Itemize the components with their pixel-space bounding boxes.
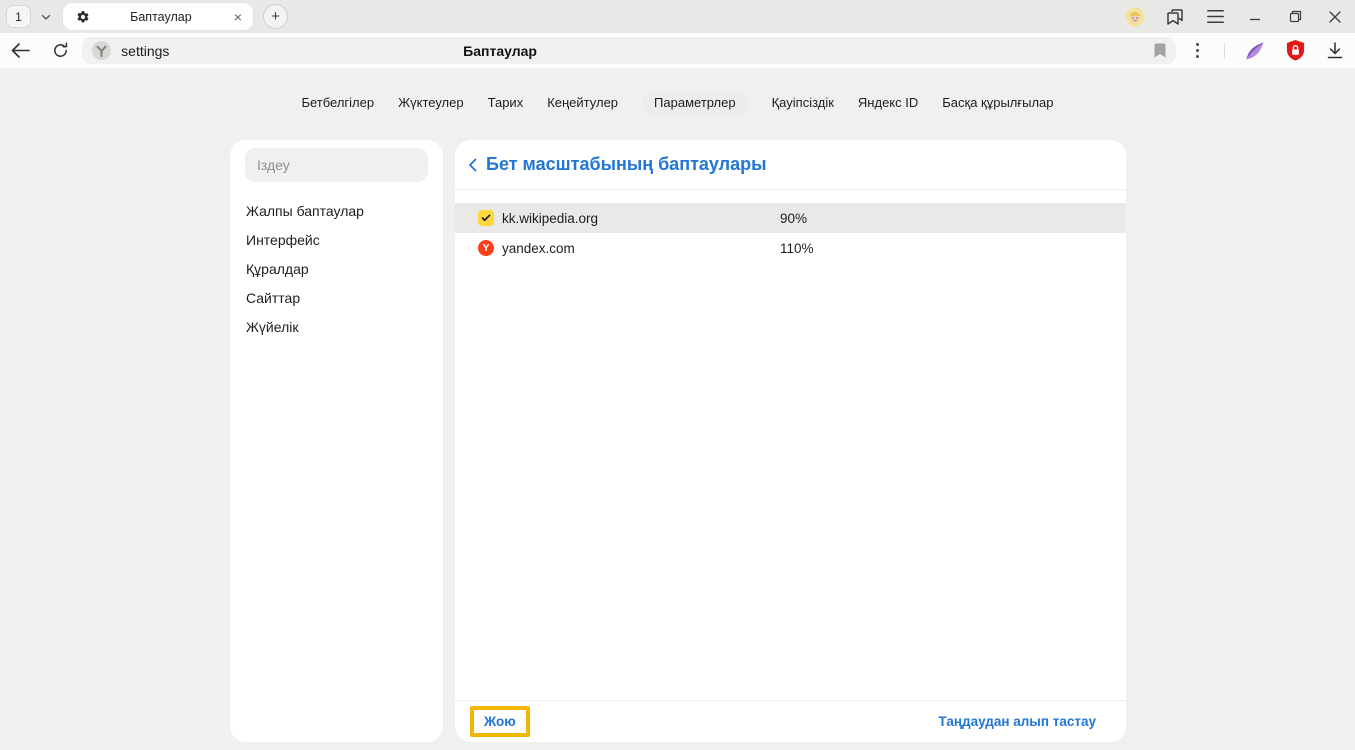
page-zoom-panel: Бет масштабының баптаулары kk.wikipedia.… <box>455 140 1126 742</box>
panel-spacer <box>455 263 1126 700</box>
zoom-value: 90% <box>780 211 807 226</box>
tab-counter-badge[interactable]: 1 <box>6 5 31 28</box>
bookmark-icon <box>1154 43 1166 58</box>
close-icon <box>1329 11 1341 23</box>
toolbar: settings Баптаулар <box>0 33 1355 68</box>
settings-nav: Бетбелгілер Жүктеулер Тарих Кеңейтулер П… <box>0 90 1355 115</box>
tabs-panel-button[interactable] <box>1155 0 1195 33</box>
nav-tab-yandex-id[interactable]: Яндекс ID <box>858 90 918 115</box>
settings-page: Бетбелгілер Жүктеулер Тарих Кеңейтулер П… <box>0 68 1355 750</box>
yandex-favicon-icon: Y <box>478 240 494 256</box>
shield-lock-icon <box>1285 39 1306 62</box>
checkmark-icon <box>481 214 491 222</box>
site-name: kk.wikipedia.org <box>502 211 780 226</box>
sidebar-list: Жалпы баптаулар Интерфейс Құралдар Сайтт… <box>230 196 443 341</box>
browser-tab[interactable]: Баптаулар × <box>63 3 253 30</box>
restore-button[interactable] <box>1275 0 1315 33</box>
reload-icon <box>52 42 69 59</box>
nav-tab-extensions[interactable]: Кеңейтулер <box>547 90 618 115</box>
nav-tab-security[interactable]: Қауіпсіздік <box>772 90 834 115</box>
settings-gear-icon <box>76 10 90 24</box>
nav-tab-history[interactable]: Тарих <box>488 90 524 115</box>
page-title: Бет масштабының баптаулары <box>486 154 766 175</box>
table-row[interactable]: Y yandex.com 110% <box>455 233 1126 263</box>
sidebar-item-system[interactable]: Жүйелік <box>230 312 443 341</box>
nav-tab-settings[interactable]: Параметрлер <box>642 90 748 115</box>
sidebar-item-sites[interactable]: Сайттар <box>230 283 443 312</box>
minimize-button[interactable] <box>1235 0 1275 33</box>
sidebar-item-general[interactable]: Жалпы баптаулар <box>230 196 443 225</box>
back-chevron-icon <box>468 158 477 172</box>
nav-tab-other-devices[interactable]: Басқа құрылғылар <box>942 90 1053 115</box>
avatar-icon <box>1125 7 1145 27</box>
protect-button[interactable] <box>1275 33 1315 68</box>
zoom-sites-table: kk.wikipedia.org 90% Y yandex.com 110% <box>455 203 1126 263</box>
kebab-icon <box>1195 43 1199 58</box>
tab-title: Баптаулар <box>90 10 232 24</box>
sidebar-item-tools[interactable]: Құралдар <box>230 254 443 283</box>
tabs-dropdown-button[interactable] <box>38 9 54 25</box>
bookmark-button[interactable] <box>1154 43 1166 58</box>
browser-window: 1 Баптаулар × + <box>0 0 1355 750</box>
back-button[interactable] <box>0 33 42 68</box>
download-icon <box>1327 42 1343 59</box>
hamburger-icon <box>1207 10 1224 23</box>
profile-avatar[interactable] <box>1115 0 1155 33</box>
panel-footer: Жою Таңдаудан алып тастау <box>455 700 1126 742</box>
delete-button[interactable]: Жою <box>470 706 530 737</box>
toolbar-right-controls <box>1182 33 1355 68</box>
chevron-down-icon <box>40 11 52 23</box>
back-arrow-icon <box>11 43 30 58</box>
reload-button[interactable] <box>42 33 80 68</box>
yandex-logo-icon <box>92 41 111 60</box>
browser-menu-button[interactable] <box>1195 0 1235 33</box>
kebab-menu-button[interactable] <box>1182 33 1212 68</box>
settings-sidebar: Жалпы баптаулар Интерфейс Құралдар Сайтт… <box>230 140 443 742</box>
site-name: yandex.com <box>502 241 780 256</box>
feather-icon <box>1244 40 1266 62</box>
new-tab-button[interactable]: + <box>263 4 288 29</box>
omnibox-page-title: Баптаулар <box>463 37 537 64</box>
minimize-icon <box>1249 11 1261 23</box>
clear-selection-link[interactable]: Таңдаудан алып тастау <box>938 714 1096 729</box>
search-input[interactable] <box>245 148 428 182</box>
close-window-button[interactable] <box>1315 0 1355 33</box>
tab-strip: 1 Баптаулар × + <box>0 0 1355 33</box>
feather-extension-button[interactable] <box>1235 33 1275 68</box>
restore-icon <box>1289 10 1302 23</box>
zoom-value: 110% <box>780 241 814 256</box>
nav-tab-downloads[interactable]: Жүктеулер <box>398 90 464 115</box>
checkbox-checked[interactable] <box>478 210 494 226</box>
toolbar-divider <box>1224 43 1225 59</box>
omnibox[interactable]: settings Баптаулар <box>82 37 1176 64</box>
tabstrip-right-controls <box>1115 0 1355 33</box>
tab-close-button[interactable]: × <box>232 10 244 24</box>
sidebar-item-interface[interactable]: Интерфейс <box>230 225 443 254</box>
panel-header[interactable]: Бет масштабының баптаулары <box>455 140 1126 190</box>
downloads-button[interactable] <box>1315 33 1355 68</box>
nav-tab-bookmarks[interactable]: Бетбелгілер <box>301 90 374 115</box>
table-row[interactable]: kk.wikipedia.org 90% <box>455 203 1126 233</box>
collections-icon <box>1165 8 1185 26</box>
url-text: settings <box>121 43 169 59</box>
